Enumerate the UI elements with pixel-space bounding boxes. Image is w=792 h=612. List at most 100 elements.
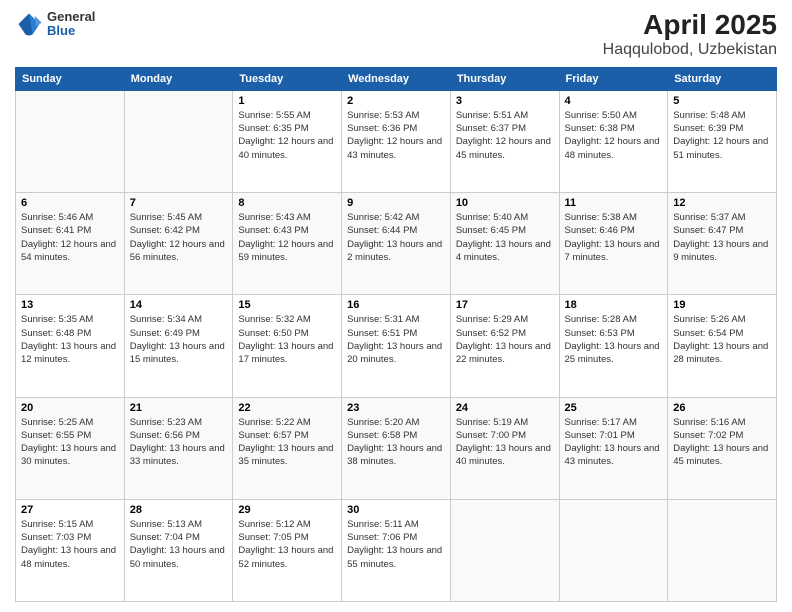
day-number: 12 xyxy=(673,197,771,209)
calendar-cell xyxy=(450,499,559,601)
title-block: April 2025 Haqqulobod, Uzbekistan xyxy=(603,10,777,59)
day-info: Sunrise: 5:48 AM Sunset: 6:39 PM Dayligh… xyxy=(673,109,771,162)
day-number: 18 xyxy=(565,299,663,311)
calendar-header-wednesday: Wednesday xyxy=(342,67,451,90)
day-info: Sunrise: 5:16 AM Sunset: 7:02 PM Dayligh… xyxy=(673,416,771,469)
day-info: Sunrise: 5:34 AM Sunset: 6:49 PM Dayligh… xyxy=(130,313,228,366)
day-info: Sunrise: 5:20 AM Sunset: 6:58 PM Dayligh… xyxy=(347,416,445,469)
calendar-week-5: 27 Sunrise: 5:15 AM Sunset: 7:03 PM Dayli… xyxy=(16,499,777,601)
day-info: Sunrise: 5:53 AM Sunset: 6:36 PM Dayligh… xyxy=(347,109,445,162)
day-info: Sunrise: 5:25 AM Sunset: 6:55 PM Dayligh… xyxy=(21,416,119,469)
calendar-cell: 26 Sunrise: 5:16 AM Sunset: 7:02 PM Dayli… xyxy=(668,397,777,499)
calendar-header-monday: Monday xyxy=(124,67,233,90)
day-number: 25 xyxy=(565,402,663,414)
page: General Blue April 2025 Haqqulobod, Uzbe… xyxy=(0,0,792,612)
calendar-header-sunday: Sunday xyxy=(16,67,125,90)
day-number: 13 xyxy=(21,299,119,311)
calendar-cell: 13 Sunrise: 5:35 AM Sunset: 6:48 PM Dayli… xyxy=(16,295,125,397)
day-number: 30 xyxy=(347,504,445,516)
calendar-week-3: 13 Sunrise: 5:35 AM Sunset: 6:48 PM Dayli… xyxy=(16,295,777,397)
calendar-cell: 11Sunrise: 5:38 AM Sunset: 6:46 PM Dayli… xyxy=(559,193,668,295)
logo-text: General Blue xyxy=(47,10,95,39)
page-title: April 2025 xyxy=(603,10,777,41)
calendar-cell: 28 Sunrise: 5:13 AM Sunset: 7:04 PM Dayli… xyxy=(124,499,233,601)
day-info: Sunrise: 5:51 AM Sunset: 6:37 PM Dayligh… xyxy=(456,109,554,162)
calendar-cell: 18 Sunrise: 5:28 AM Sunset: 6:53 PM Dayli… xyxy=(559,295,668,397)
day-number: 6 xyxy=(21,197,119,209)
calendar-cell: 2 Sunrise: 5:53 AM Sunset: 6:36 PM Daylig… xyxy=(342,90,451,192)
day-info: Sunrise: 5:38 AM Sunset: 6:46 PM Dayligh… xyxy=(565,211,663,264)
day-info: Sunrise: 5:45 AM Sunset: 6:42 PM Dayligh… xyxy=(130,211,228,264)
day-info: Sunrise: 5:35 AM Sunset: 6:48 PM Dayligh… xyxy=(21,313,119,366)
day-number: 5 xyxy=(673,95,771,107)
calendar-cell: 16 Sunrise: 5:31 AM Sunset: 6:51 PM Dayli… xyxy=(342,295,451,397)
day-number: 10 xyxy=(456,197,554,209)
day-info: Sunrise: 5:11 AM Sunset: 7:06 PM Dayligh… xyxy=(347,518,445,571)
logo: General Blue xyxy=(15,10,95,39)
calendar-cell: 29Sunrise: 5:12 AM Sunset: 7:05 PM Dayli… xyxy=(233,499,342,601)
day-number: 21 xyxy=(130,402,228,414)
day-info: Sunrise: 5:13 AM Sunset: 7:04 PM Dayligh… xyxy=(130,518,228,571)
calendar-cell: 7 Sunrise: 5:45 AM Sunset: 6:42 PM Daylig… xyxy=(124,193,233,295)
calendar-cell: 5 Sunrise: 5:48 AM Sunset: 6:39 PM Daylig… xyxy=(668,90,777,192)
calendar-cell: 9 Sunrise: 5:42 AM Sunset: 6:44 PM Daylig… xyxy=(342,193,451,295)
calendar-week-2: 6 Sunrise: 5:46 AM Sunset: 6:41 PM Daylig… xyxy=(16,193,777,295)
calendar-cell: 30 Sunrise: 5:11 AM Sunset: 7:06 PM Dayli… xyxy=(342,499,451,601)
calendar-cell xyxy=(124,90,233,192)
header: General Blue April 2025 Haqqulobod, Uzbe… xyxy=(15,10,777,59)
day-number: 20 xyxy=(21,402,119,414)
calendar-cell: 23 Sunrise: 5:20 AM Sunset: 6:58 PM Dayli… xyxy=(342,397,451,499)
page-subtitle: Haqqulobod, Uzbekistan xyxy=(603,41,777,59)
calendar-cell xyxy=(668,499,777,601)
calendar-cell: 19Sunrise: 5:26 AM Sunset: 6:54 PM Dayli… xyxy=(668,295,777,397)
calendar-cell xyxy=(559,499,668,601)
calendar-cell: 24 Sunrise: 5:19 AM Sunset: 7:00 PM Dayli… xyxy=(450,397,559,499)
day-number: 27 xyxy=(21,504,119,516)
calendar-cell: 17Sunrise: 5:29 AM Sunset: 6:52 PM Dayli… xyxy=(450,295,559,397)
day-number: 14 xyxy=(130,299,228,311)
day-number: 19 xyxy=(673,299,771,311)
logo-general-text: General xyxy=(47,10,95,24)
day-number: 17 xyxy=(456,299,554,311)
calendar-cell: 12Sunrise: 5:37 AM Sunset: 6:47 PM Dayli… xyxy=(668,193,777,295)
day-number: 3 xyxy=(456,95,554,107)
day-info: Sunrise: 5:40 AM Sunset: 6:45 PM Dayligh… xyxy=(456,211,554,264)
day-number: 23 xyxy=(347,402,445,414)
calendar-cell: 3 Sunrise: 5:51 AM Sunset: 6:37 PM Daylig… xyxy=(450,90,559,192)
logo-icon xyxy=(15,10,43,38)
day-info: Sunrise: 5:23 AM Sunset: 6:56 PM Dayligh… xyxy=(130,416,228,469)
day-number: 28 xyxy=(130,504,228,516)
day-info: Sunrise: 5:31 AM Sunset: 6:51 PM Dayligh… xyxy=(347,313,445,366)
day-number: 7 xyxy=(130,197,228,209)
day-number: 9 xyxy=(347,197,445,209)
day-number: 2 xyxy=(347,95,445,107)
calendar-cell: 4Sunrise: 5:50 AM Sunset: 6:38 PM Daylig… xyxy=(559,90,668,192)
day-info: Sunrise: 5:19 AM Sunset: 7:00 PM Dayligh… xyxy=(456,416,554,469)
logo-blue-text: Blue xyxy=(47,24,95,38)
day-info: Sunrise: 5:32 AM Sunset: 6:50 PM Dayligh… xyxy=(238,313,336,366)
calendar-header-thursday: Thursday xyxy=(450,67,559,90)
day-info: Sunrise: 5:43 AM Sunset: 6:43 PM Dayligh… xyxy=(238,211,336,264)
calendar-header-row: SundayMondayTuesdayWednesdayThursdayFrid… xyxy=(16,67,777,90)
calendar-cell: 8Sunrise: 5:43 AM Sunset: 6:43 PM Daylig… xyxy=(233,193,342,295)
calendar-week-4: 20 Sunrise: 5:25 AM Sunset: 6:55 PM Dayli… xyxy=(16,397,777,499)
day-number: 24 xyxy=(456,402,554,414)
day-number: 15 xyxy=(238,299,336,311)
calendar-cell: 27 Sunrise: 5:15 AM Sunset: 7:03 PM Dayli… xyxy=(16,499,125,601)
day-info: Sunrise: 5:17 AM Sunset: 7:01 PM Dayligh… xyxy=(565,416,663,469)
calendar-cell: 14 Sunrise: 5:34 AM Sunset: 6:49 PM Dayli… xyxy=(124,295,233,397)
calendar-cell: 1Sunrise: 5:55 AM Sunset: 6:35 PM Daylig… xyxy=(233,90,342,192)
calendar-cell: 25 Sunrise: 5:17 AM Sunset: 7:01 PM Dayli… xyxy=(559,397,668,499)
day-number: 29 xyxy=(238,504,336,516)
calendar-header-friday: Friday xyxy=(559,67,668,90)
calendar-header-saturday: Saturday xyxy=(668,67,777,90)
day-number: 26 xyxy=(673,402,771,414)
day-number: 16 xyxy=(347,299,445,311)
calendar-cell: 6 Sunrise: 5:46 AM Sunset: 6:41 PM Daylig… xyxy=(16,193,125,295)
day-info: Sunrise: 5:42 AM Sunset: 6:44 PM Dayligh… xyxy=(347,211,445,264)
calendar-cell: 10 Sunrise: 5:40 AM Sunset: 6:45 PM Dayli… xyxy=(450,193,559,295)
day-info: Sunrise: 5:46 AM Sunset: 6:41 PM Dayligh… xyxy=(21,211,119,264)
day-info: Sunrise: 5:28 AM Sunset: 6:53 PM Dayligh… xyxy=(565,313,663,366)
day-info: Sunrise: 5:22 AM Sunset: 6:57 PM Dayligh… xyxy=(238,416,336,469)
day-info: Sunrise: 5:15 AM Sunset: 7:03 PM Dayligh… xyxy=(21,518,119,571)
